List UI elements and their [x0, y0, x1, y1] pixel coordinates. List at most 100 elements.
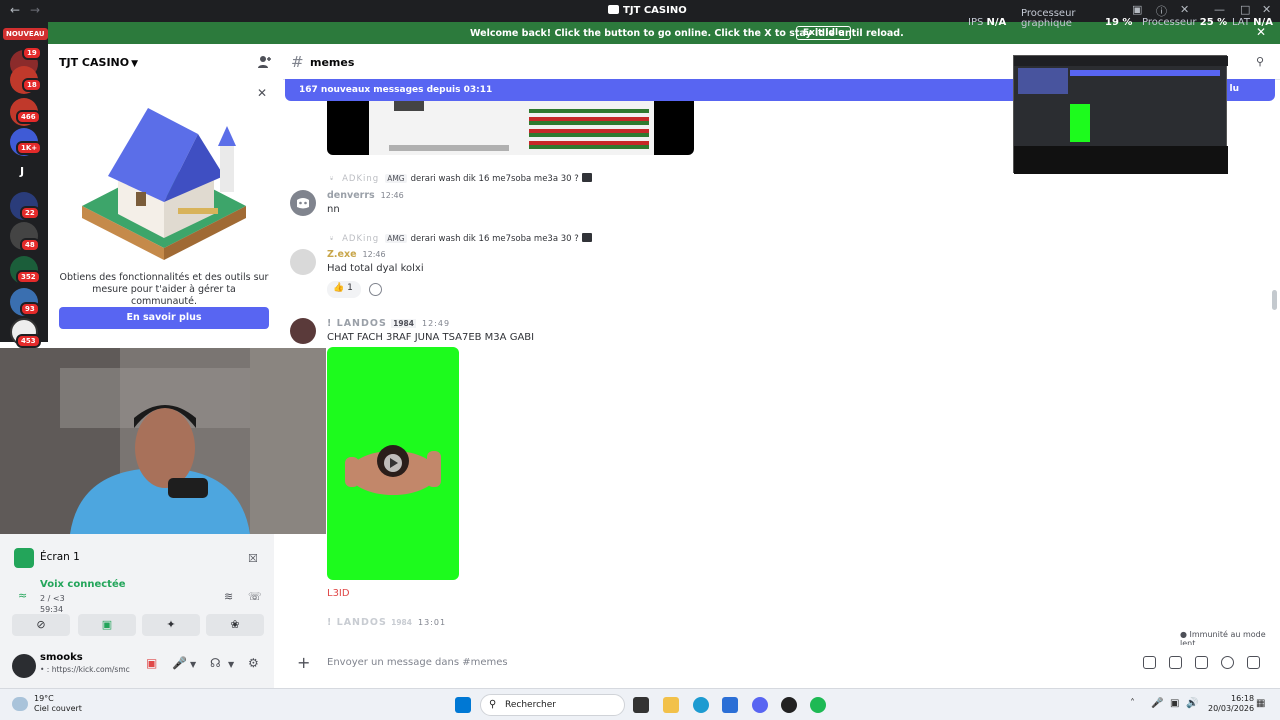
preview-illustration: [1018, 68, 1068, 94]
volume-icon[interactable]: 🔊: [1186, 698, 1198, 709]
mark-read[interactable]: lu: [1230, 84, 1240, 94]
forward-arrow-icon[interactable]: →: [30, 3, 40, 17]
settings-gear-icon[interactable]: ⚙: [248, 656, 259, 670]
user-avatar[interactable]: [12, 654, 36, 678]
soundboard-button[interactable]: ❀: [206, 614, 264, 636]
maximize-icon[interactable]: □: [1240, 3, 1250, 16]
display-tray-icon[interactable]: ▣: [1170, 698, 1179, 709]
channel-name: memes: [310, 56, 355, 69]
chevron-down-icon[interactable]: ▼: [228, 660, 234, 669]
image-attachment[interactable]: [327, 101, 694, 155]
store-icon[interactable]: [722, 697, 738, 713]
add-attachment-icon[interactable]: +: [297, 653, 310, 672]
message-composer: + Envoyer un message dans #memes: [283, 645, 1280, 681]
share-screen-button[interactable]: ▣: [78, 614, 136, 636]
disconnect-icon[interactable]: ☏: [248, 590, 262, 603]
message-author[interactable]: Z.exe 12:46: [327, 249, 386, 260]
task-view-icon[interactable]: [633, 697, 649, 713]
clock-time: 16:18: [1231, 694, 1255, 703]
preview-bar: [1070, 70, 1220, 76]
search-placeholder: Rechercher: [505, 700, 556, 710]
tools-icon[interactable]: ✕: [1180, 3, 1189, 16]
voice-panel: Écran 1 ☒ ≈ Voix connectée 2 / <3 59:34 ≋…: [0, 534, 274, 688]
message-timestamp: 12:49: [422, 319, 451, 328]
server-letter[interactable]: J: [20, 165, 24, 178]
author-name: Z.exe: [327, 249, 357, 260]
discord-taskbar-icon[interactable]: [752, 697, 768, 713]
add-reaction-icon[interactable]: [369, 283, 382, 296]
gift-icon[interactable]: [1143, 656, 1156, 669]
video-attachment[interactable]: [327, 347, 459, 580]
stream-preview[interactable]: [1013, 55, 1228, 174]
chat-scrollbar[interactable]: [1272, 290, 1277, 310]
windows-start-icon[interactable]: [455, 697, 471, 713]
microphone-icon[interactable]: 🎤: [172, 656, 187, 670]
cpu-label: Processeur: [1142, 17, 1197, 28]
screen-share-icon[interactable]: ▣: [1132, 3, 1142, 16]
lat-value: N/A: [1253, 17, 1273, 28]
back-arrow-icon[interactable]: ←: [10, 3, 20, 17]
weather-widget[interactable]: 19°C Ciel couvert: [34, 694, 82, 714]
reply-reference[interactable]: ⍤ ADKing AMG derari wash dik 16 me7soba me3…: [329, 173, 592, 184]
stop-share-icon[interactable]: ☒: [248, 552, 258, 565]
message-author[interactable]: denverrs 12:46: [327, 190, 404, 201]
message-text: Had total dyal kolxi: [327, 263, 424, 274]
learn-more-button[interactable]: En savoir plus: [59, 307, 269, 329]
screen-label: Écran 1: [40, 551, 80, 563]
taskbar-search[interactable]: ⚲ Rechercher: [480, 694, 625, 716]
message-timestamp: 12:46: [380, 191, 404, 200]
streaming-icon[interactable]: ▣: [146, 656, 157, 670]
unread-badge: 22: [20, 206, 40, 220]
reply-user: ADKing: [342, 234, 380, 244]
weather-temp: 19°C: [34, 694, 54, 703]
window-title: TJT CASINO: [608, 5, 687, 16]
spotify-icon[interactable]: [810, 697, 826, 713]
activities-button[interactable]: ✦: [142, 614, 200, 636]
exit-idle-button[interactable]: Exit idle: [796, 26, 852, 40]
camera-off-button[interactable]: ⊘: [12, 614, 70, 636]
close-window-icon[interactable]: ✕: [1262, 3, 1271, 16]
message-author[interactable]: ! LANDOS 1984 13:01: [327, 617, 446, 628]
emoji-icon[interactable]: [1221, 656, 1234, 669]
system-clock[interactable]: 16:18 20/03/2026: [1208, 694, 1254, 714]
minimize-icon[interactable]: —: [1214, 3, 1225, 16]
apps-icon[interactable]: [1247, 656, 1260, 669]
headphones-icon[interactable]: ☊: [210, 656, 221, 670]
chevron-up-icon[interactable]: ˄: [1130, 698, 1135, 709]
window-title-text: TJT CASINO: [623, 5, 687, 16]
promo-description: Obtiens des fonctionnalités et des outil…: [59, 272, 269, 307]
user-status: • : https://kick.com/smc: [40, 665, 130, 674]
noise-suppression-icon[interactable]: ≋: [224, 590, 233, 603]
invite-people-icon[interactable]: [256, 54, 272, 70]
reply-reference[interactable]: ⍤ ADKing AMG derari wash dik 16 me7soba me3…: [329, 233, 592, 244]
server-name[interactable]: TJT CASINO ▼: [59, 56, 138, 69]
avatar[interactable]: [290, 318, 316, 344]
close-icon[interactable]: ✕: [257, 86, 267, 100]
screen: ← → TJT CASINO ▣ ⓘ ✕ — □ ✕ NOUVEAU 19 18…: [0, 0, 1280, 720]
discord-logo-icon: [297, 198, 309, 209]
reply-tag: AMG: [385, 234, 407, 243]
message-text: nn: [327, 204, 340, 215]
info-icon: ●: [1180, 630, 1187, 639]
microphone-tray-icon[interactable]: 🎤: [1151, 698, 1163, 709]
message-input[interactable]: Envoyer un message dans #memes: [327, 657, 508, 668]
reply-icon: ⍤: [329, 174, 335, 184]
notifications-icon[interactable]: ▦: [1256, 698, 1265, 709]
preview-bottom: [1014, 146, 1228, 174]
obs-icon[interactable]: [781, 697, 797, 713]
edge-icon[interactable]: [693, 697, 709, 713]
unread-badge: 18: [22, 78, 42, 92]
server-name-text: TJT CASINO: [59, 56, 130, 69]
voice-connected[interactable]: Voix connectée: [40, 579, 126, 590]
gif-icon[interactable]: [1169, 656, 1182, 669]
unread-badge: 48: [20, 238, 40, 252]
chevron-down-icon[interactable]: ▼: [190, 660, 196, 669]
avatar[interactable]: [290, 249, 316, 275]
gpu-value-text: 19 %: [1105, 17, 1133, 28]
avatar[interactable]: [290, 190, 316, 216]
message-author[interactable]: ! LANDOS 1984 12:49: [327, 318, 450, 329]
sticker-icon[interactable]: [1195, 656, 1208, 669]
file-explorer-icon[interactable]: [663, 697, 679, 713]
search-icon[interactable]: ⚲: [1256, 55, 1264, 68]
reaction-thumbs-up[interactable]: 👍 1: [327, 281, 361, 298]
